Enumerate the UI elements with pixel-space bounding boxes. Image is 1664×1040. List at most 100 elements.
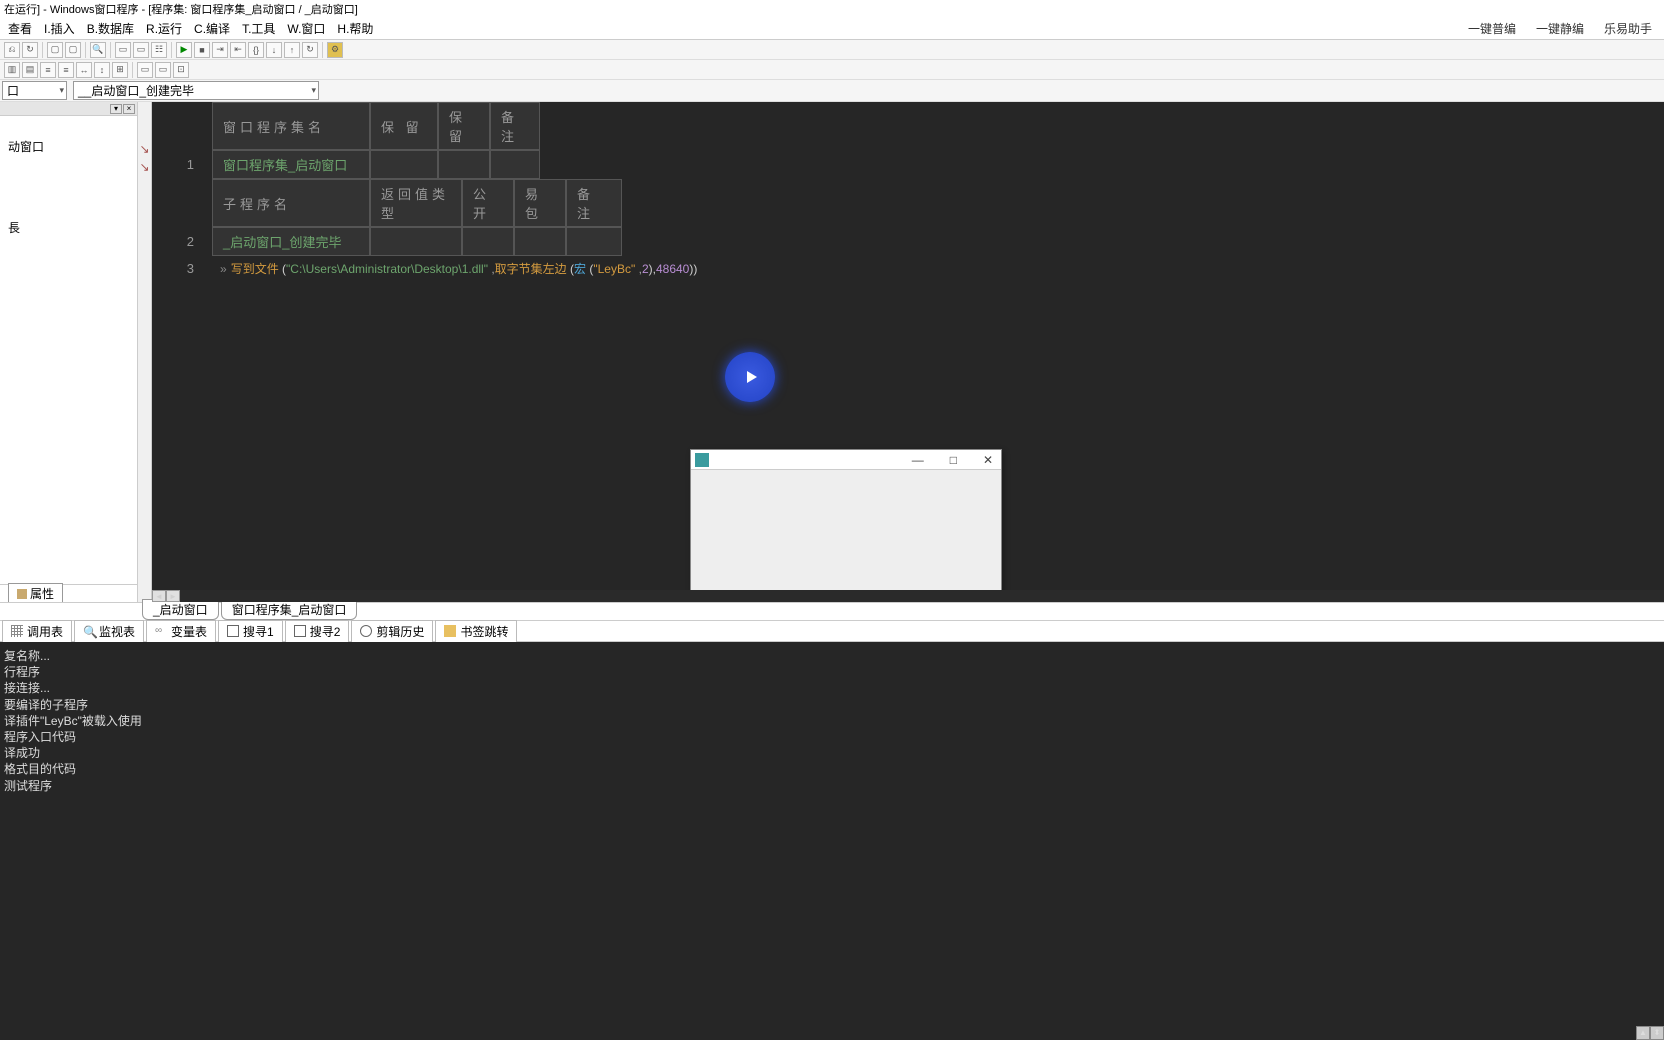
align-1[interactable]: ▥ [4,62,20,78]
cell-empty[interactable] [566,227,622,256]
grid-icon [11,625,23,637]
tab-cliphistory[interactable]: 剪辑历史 [351,620,433,643]
cell-assembly-name[interactable]: 窗口程序集_启动窗口 [212,150,370,179]
output-console[interactable]: 复名称... 行程序 接连接... 要编译的子程序 译插件"LeyBc"被载入使… [0,642,1664,1040]
col-header-subname: 子程序名 [212,179,370,227]
cell-empty[interactable] [514,227,566,256]
tb-sep [42,42,43,58]
cell-empty[interactable] [490,150,540,179]
tb-stop-icon[interactable]: ■ [194,42,210,58]
console-line: 格式目的代码 [4,761,1660,777]
tb-btn-10[interactable]: ⇤ [230,42,246,58]
cell-empty[interactable] [438,150,490,179]
menu-right-2[interactable]: 一键静编 [1536,20,1584,37]
tb-btn-4[interactable]: ▢ [65,42,81,58]
tb-btn-8[interactable]: ☷ [151,42,167,58]
menu-right-3[interactable]: 乐易助手 [1604,20,1652,37]
doc-icon [294,625,306,637]
document-tabs: _启动窗口 窗口程序集_启动窗口 [0,602,1664,620]
dropdown-proc[interactable]: __启动窗口_创建完毕 [73,81,319,100]
properties-icon [17,589,27,599]
sidebar-tab-properties[interactable]: 属性 [8,583,63,604]
folder-icon [444,625,456,637]
tb-btn-7[interactable]: ▭ [133,42,149,58]
align-7[interactable]: ⊞ [112,62,128,78]
cell-empty[interactable] [462,227,514,256]
tree-item-window[interactable]: 动窗口 [4,136,133,157]
tb-btn-1[interactable]: ⎌ [4,42,20,58]
menu-insert[interactable]: I.插入 [38,18,81,39]
menu-compile[interactable]: C.编译 [188,18,236,39]
align-10[interactable]: ⊡ [173,62,189,78]
console-scroll-up-icon[interactable]: ▲ [1636,1026,1650,1040]
menu-help[interactable]: H.帮助 [331,18,379,39]
tb-run-icon[interactable]: ▶ [176,42,192,58]
tree-item-2[interactable]: 長 [4,217,133,238]
play-overlay-icon[interactable] [725,352,775,402]
tb-btn-2[interactable]: ↻ [22,42,38,58]
tb-sep [132,62,133,78]
align-8[interactable]: ▭ [137,62,153,78]
editor-hscroll[interactable]: ◄ ► [152,590,1664,602]
tb-btn-15[interactable]: ⚙ [327,42,343,58]
child-minimize-icon[interactable]: — [908,453,928,467]
console-scroll-right-icon[interactable]: ⬍ [1650,1026,1664,1040]
cell-empty[interactable] [370,150,438,179]
align-2[interactable]: ▤ [22,62,38,78]
menu-window[interactable]: W.窗口 [281,18,331,39]
col-header-res2: 保 留 [438,102,490,150]
menu-run[interactable]: R.运行 [140,18,188,39]
tb-btn-5[interactable]: 🔍 [90,42,106,58]
child-titlebar[interactable]: — □ ✕ [691,450,1001,470]
align-6[interactable]: ↕ [94,62,110,78]
child-maximize-icon[interactable]: □ [946,453,961,467]
scroll-left-icon[interactable]: ◄ [152,590,166,602]
console-line: 复名称... [4,648,1660,664]
cell-empty[interactable] [370,227,462,256]
menu-view[interactable]: 查看 [2,18,38,39]
tb-btn-3[interactable]: ▢ [47,42,63,58]
line-num-2: 2 [152,227,212,256]
tab-calltable[interactable]: 调用表 [2,620,72,643]
tab-vars[interactable]: ∞变量表 [146,620,216,643]
align-9[interactable]: ▭ [155,62,171,78]
tb-btn-13[interactable]: ↑ [284,42,300,58]
tb-btn-9[interactable]: ⇥ [212,42,228,58]
doc-tab-startwindow[interactable]: _启动窗口 [142,599,219,620]
col-header-note: 备 注 [490,102,540,150]
dropdown-scope[interactable]: 口 [2,81,67,100]
tab-bookmarks[interactable]: 书签跳转 [435,620,517,643]
cell-sub-name[interactable]: _启动窗口_创建完毕 [212,227,370,256]
col-header-res1: 保 留 [370,102,438,150]
tb-sep [322,42,323,58]
tb-btn-14[interactable]: ↻ [302,42,318,58]
tb-btn-6[interactable]: ▭ [115,42,131,58]
menu-tools[interactable]: T.工具 [236,18,281,39]
tab-search1[interactable]: 搜寻1 [218,620,283,643]
tb-btn-11[interactable]: {} [248,42,264,58]
scroll-right-icon[interactable]: ► [166,590,180,602]
sidebar-pin-icon[interactable]: ▾ [110,104,122,114]
runtime-form-window[interactable]: — □ ✕ [690,449,1002,602]
tab-search2[interactable]: 搜寻2 [285,620,350,643]
child-close-icon[interactable]: ✕ [979,453,997,467]
gutter-icon-2: ↘ [140,160,150,170]
tb-btn-12[interactable]: ↓ [266,42,282,58]
menu-right-1[interactable]: 一键普编 [1468,20,1516,37]
menu-database[interactable]: B.数据库 [81,18,140,39]
tab-watch[interactable]: 🔍监视表 [74,620,144,643]
doc-tab-assembly[interactable]: 窗口程序集_启动窗口 [221,599,358,620]
tb-sep [171,42,172,58]
chain-icon: ∞ [155,625,167,637]
col-header-note2: 备 注 [566,179,622,227]
code-editor[interactable]: 窗口程序集名 保 留 保 留 备 注 1 窗口程序集_启动窗口 子程序名 返回值… [152,102,1664,602]
sidebar-close-icon[interactable]: × [123,104,135,114]
col-header-public: 公开 [462,179,514,227]
align-4[interactable]: ≡ [58,62,74,78]
align-5[interactable]: ↔ [76,62,92,78]
left-sidebar: ▾ × 动窗口 長 属性 [0,102,138,602]
gutter-icon-1: ↘ [140,142,150,152]
code-line-3[interactable]: » 写到文件 ( "C:\Users\Administrator\Desktop… [212,256,705,281]
align-3[interactable]: ≡ [40,62,56,78]
child-app-icon [695,453,709,467]
